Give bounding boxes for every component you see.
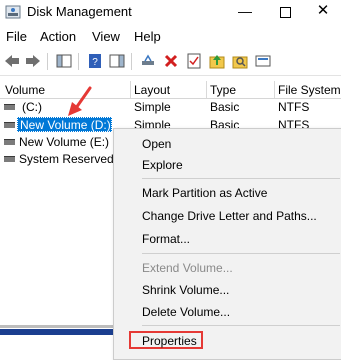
settings-icon[interactable] (254, 52, 272, 70)
volume-name: (C:) (22, 100, 42, 114)
selection-highlight: New Volume (D:) (17, 117, 112, 132)
svg-text:?: ? (92, 57, 98, 68)
menu-item-format[interactable]: Format... (142, 232, 190, 246)
forward-arrow-icon[interactable] (24, 52, 42, 70)
disk-map-bar (0, 329, 113, 335)
console-tree-icon[interactable] (55, 52, 73, 70)
window-title: Disk Management (27, 4, 132, 19)
menu-separator (142, 253, 340, 254)
column-divider[interactable] (130, 81, 131, 98)
menu-separator (142, 178, 340, 179)
toolbar-separator (47, 53, 48, 70)
column-divider[interactable] (274, 81, 275, 98)
disk-icon (4, 156, 15, 162)
toolbar-separator (131, 53, 132, 70)
disk-icon (4, 139, 15, 145)
toolbar: ? (0, 49, 341, 76)
column-file-system[interactable]: File System (278, 83, 341, 97)
volume-layout: Simple (134, 100, 171, 114)
menu-item-shrink-volume[interactable]: Shrink Volume... (142, 283, 229, 297)
menu-item-delete-volume[interactable]: Delete Volume... (142, 305, 230, 319)
minimize-button[interactable]: — (228, 0, 262, 22)
disk-map-strip (0, 325, 113, 328)
volume-type: Basic (210, 100, 240, 114)
action-pane-icon[interactable] (108, 52, 126, 70)
menu-action[interactable]: Action (40, 29, 76, 44)
menu-bar: File Action View Help (0, 27, 341, 47)
column-divider[interactable] (206, 81, 207, 98)
up-folder-icon[interactable] (208, 52, 226, 70)
menu-view[interactable]: View (92, 29, 120, 44)
menu-help[interactable]: Help (134, 29, 161, 44)
disk-icon (4, 104, 15, 110)
close-button[interactable]: ✕ (306, 0, 340, 22)
maximize-icon (279, 6, 291, 18)
connect-icon[interactable] (139, 52, 157, 70)
column-type[interactable]: Type (210, 83, 236, 97)
menu-item-change-drive-letter[interactable]: Change Drive Letter and Paths... (142, 209, 317, 223)
disk-icon (4, 122, 15, 128)
menu-item-open[interactable]: Open (142, 137, 171, 151)
context-menu: Open Explore Mark Partition as Active Ch… (113, 128, 341, 360)
help-icon[interactable]: ? (86, 52, 104, 70)
volume-name: New Volume (E:) (19, 135, 110, 149)
table-row[interactable]: (C:) Simple Basic NTFS (0, 99, 341, 115)
toolbar-separator (78, 53, 79, 70)
disk-management-app-icon (5, 5, 21, 19)
volume-name: System Reserved (19, 152, 114, 166)
annotation-arrow-icon (68, 86, 92, 116)
maximize-button[interactable] (268, 0, 302, 22)
column-volume[interactable]: Volume (5, 83, 45, 97)
menu-item-extend-volume: Extend Volume... (142, 261, 233, 275)
delete-icon[interactable] (162, 52, 180, 70)
volume-list-header: Volume Layout Type File System (0, 81, 341, 99)
menu-file[interactable]: File (6, 29, 27, 44)
column-layout[interactable]: Layout (134, 83, 170, 97)
menu-item-explore[interactable]: Explore (142, 158, 183, 172)
properties-icon[interactable] (185, 52, 203, 70)
menu-item-mark-partition-active[interactable]: Mark Partition as Active (142, 186, 267, 200)
volume-name: New Volume (D:) (20, 118, 111, 132)
title-bar: Disk Management — ✕ (0, 0, 341, 24)
menu-separator (142, 325, 340, 326)
back-arrow-icon[interactable] (3, 52, 21, 70)
volume-file-system: NTFS (278, 100, 310, 114)
search-icon[interactable] (231, 52, 249, 70)
menu-item-properties[interactable]: Properties (142, 334, 197, 348)
